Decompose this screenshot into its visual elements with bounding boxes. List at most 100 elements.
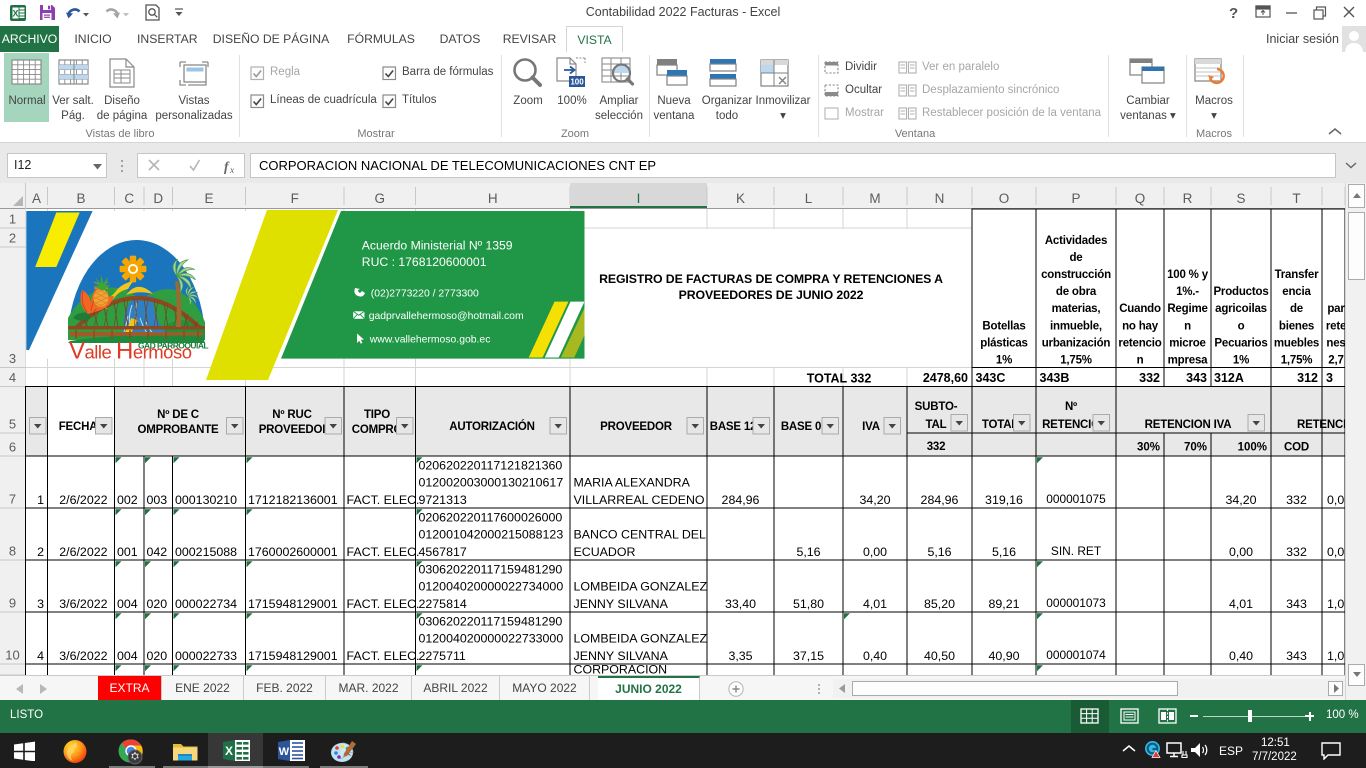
svg-text:4: 4 [37,649,44,663]
svg-text:1%: 1% [1233,355,1249,367]
svg-text:plásticas: plásticas [980,337,1027,349]
svg-text:34,20: 34,20 [1225,493,1256,507]
svg-text:2275814: 2275814 [419,597,467,611]
svg-text:020: 020 [147,597,168,611]
svg-text:1712182136001: 1712182136001 [248,493,338,507]
svg-text:F: F [291,191,299,206]
svg-text:T: T [1292,191,1300,206]
svg-text:X: X [225,744,233,758]
svg-text:312: 312 [1297,371,1318,385]
svg-text:37,15: 37,15 [793,649,824,663]
svg-text:9: 9 [9,596,16,611]
svg-text:100: 100 [570,78,584,87]
svg-text:S: S [1236,191,1245,206]
svg-text:PROVEEDOR: PROVEEDOR [600,421,673,433]
svg-text:de: de [1290,303,1303,315]
svg-text:020620220117600026000: 020620220117600026000 [419,510,563,524]
svg-text:materias,: materias, [1052,303,1101,315]
svg-text:85,20: 85,20 [924,597,955,611]
svg-text:3,35: 3,35 [728,649,752,663]
svg-text:Cuando: Cuando [1119,303,1161,315]
svg-text:1760002600001: 1760002600001 [248,545,338,559]
svg-text:REGISTRO DE FACTURAS DE COMPRA: REGISTRO DE FACTURAS DE COMPRA Y RETENCI… [599,272,943,286]
svg-text:BASE 12: BASE 12 [710,421,757,433]
svg-text:MARIA ALEXANDRA: MARIA ALEXANDRA [574,476,691,490]
svg-text:51,80: 51,80 [793,597,824,611]
svg-text:SUBTO-: SUBTO- [915,401,958,413]
svg-text:332: 332 [927,441,946,453]
svg-text:n: n [1184,320,1191,332]
svg-text:PROVEEDOI: PROVEEDOI [259,424,326,436]
svg-text:L: L [805,191,813,206]
svg-text:40,90: 40,90 [988,649,1019,663]
svg-text:000001073: 000001073 [1046,596,1106,610]
svg-text:de: de [1069,252,1082,264]
svg-text:agricoilas: agricoilas [1215,303,1267,315]
svg-text:C: C [124,191,134,206]
svg-text:5,16: 5,16 [927,545,951,559]
svg-text:1%: 1% [996,355,1012,367]
svg-text:020: 020 [147,649,168,663]
svg-text:2/6/2022: 2/6/2022 [59,545,107,559]
svg-text:JENNY SILVANA: JENNY SILVANA [574,597,669,611]
svg-text:P: P [1071,191,1080,206]
svg-text:343C: 343C [976,371,1006,385]
svg-text:000001075: 000001075 [1046,492,1106,506]
svg-text:3: 3 [9,351,16,366]
svg-text:RETENCIO: RETENCIO [1042,419,1100,431]
svg-text:FACT. ELEC.: FACT. ELEC. [347,493,420,507]
svg-text:IVA: IVA [862,421,880,433]
svg-text:I: I [637,191,641,206]
svg-text:004: 004 [117,597,138,611]
svg-text:0,0: 0,0 [1327,493,1344,507]
svg-text:343: 343 [1286,597,1307,611]
svg-text:Botellas: Botellas [982,320,1025,332]
svg-text:70%: 70% [1184,442,1207,454]
svg-text:89,21: 89,21 [988,597,1019,611]
svg-text:319,16: 319,16 [985,493,1023,507]
svg-text:RETENCION IVA: RETENCION IVA [1145,419,1232,431]
svg-text:000022733: 000022733 [175,649,237,663]
svg-text:JENNY SILVANA: JENNY SILVANA [574,649,669,663]
svg-text:muebles: muebles [1274,337,1319,349]
svg-text:Transfer: Transfer [1275,269,1320,281]
svg-text:343: 343 [1186,371,1207,385]
svg-text:Nº: Nº [1065,401,1077,413]
svg-text:retencio: retencio [1118,337,1161,349]
svg-text:nes: nes [1326,337,1345,349]
svg-text:COMPRO: COMPRO [352,424,403,436]
svg-text:1: 1 [9,212,16,227]
svg-text:001: 001 [117,545,138,559]
svg-text:332: 332 [1286,545,1307,559]
svg-text:N: N [935,191,945,206]
svg-text:2: 2 [37,545,44,559]
svg-text:5: 5 [9,417,16,432]
svg-text:A: A [32,191,41,206]
svg-text:7: 7 [9,492,16,507]
svg-text:1715948129001: 1715948129001 [248,649,338,663]
svg-text:1%.-: 1%.- [1176,286,1199,298]
svg-text:343B: 343B [1040,371,1070,385]
svg-text:8: 8 [9,544,16,559]
svg-text:Nº DE C: Nº DE C [157,409,199,421]
svg-text:TOTAL: TOTAL [982,419,1018,431]
svg-text:5,16: 5,16 [796,545,820,559]
svg-text:K: K [736,191,745,206]
svg-text:FECHA: FECHA [59,421,98,433]
svg-text:RUC : 1768120600001: RUC : 1768120600001 [362,255,487,269]
svg-text:AUTORIZACIÓN: AUTORIZACIÓN [449,420,535,433]
svg-text:OMPROBANTE: OMPROBANTE [137,424,219,436]
svg-text:H: H [488,191,498,206]
svg-text:012002003000130210617: 012002003000130210617 [419,476,564,490]
svg-text:mpresa: mpresa [1168,355,1209,367]
svg-text:0,00: 0,00 [1229,545,1253,559]
svg-text:FACT. ELEC.: FACT. ELEC. [347,649,420,663]
svg-text:inmueble,: inmueble, [1050,320,1102,332]
svg-text:3: 3 [37,597,44,611]
svg-text:012004020000022734000: 012004020000022734000 [419,580,564,594]
svg-text:003: 003 [147,493,168,507]
svg-text:W: W [279,746,290,758]
svg-text:TAL: TAL [926,419,947,431]
svg-text:5,16: 5,16 [992,545,1016,559]
svg-text:encia: encia [1282,286,1311,298]
